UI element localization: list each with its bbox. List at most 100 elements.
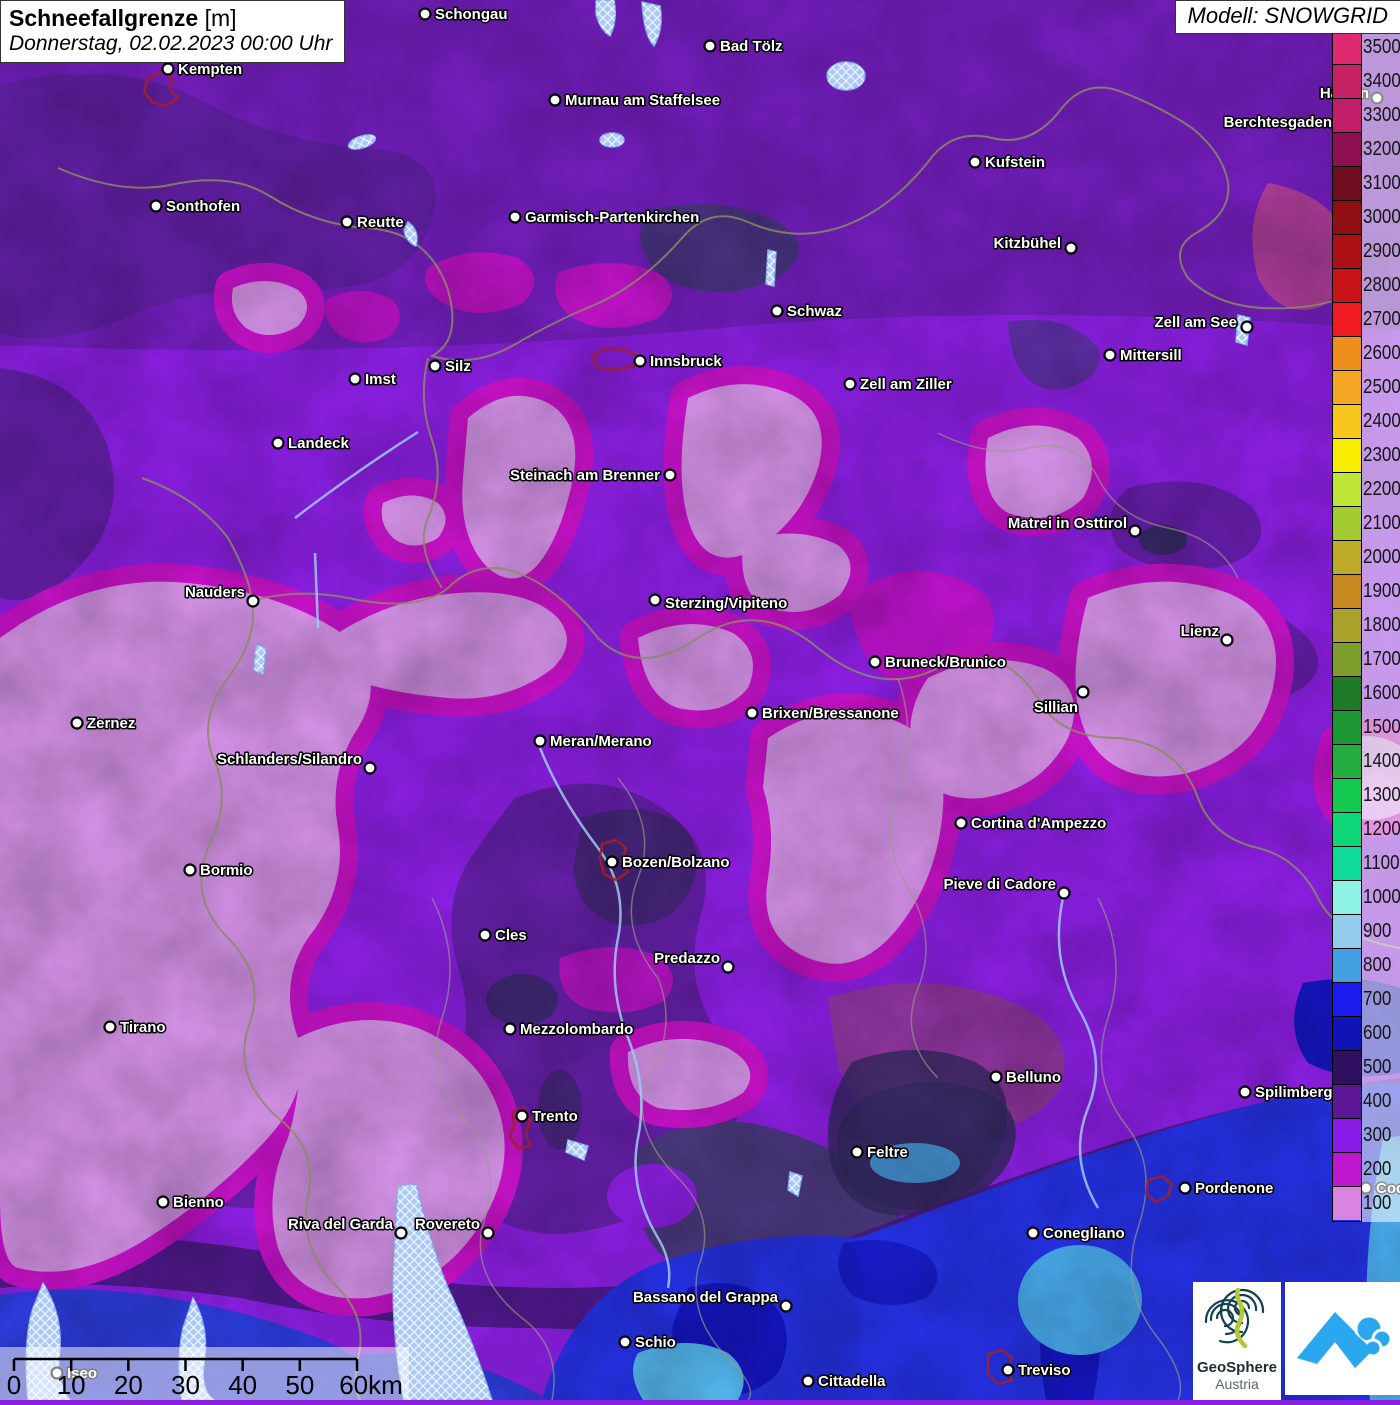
city-dot: [1066, 243, 1077, 254]
colorbar-segment-3400: [1333, 65, 1361, 99]
colorbar-tick-label: 700: [1363, 982, 1391, 1016]
map-canvas: SchongauBad TölzKemptenMurnau am Staffel…: [0, 0, 1400, 1400]
colorbar-tick-label: 200: [1363, 1152, 1391, 1186]
colorbar-segment-200: [1333, 1153, 1361, 1187]
city-label: Steinach am Brenner: [510, 467, 660, 484]
colorbar-tick-label: 1200: [1363, 812, 1400, 846]
city-label: Innsbruck: [650, 353, 722, 370]
city-dot: [635, 356, 646, 367]
colorbar-segment-1300: [1333, 779, 1361, 813]
colorbar-tick-label: 2800: [1363, 268, 1400, 302]
city-dot: [650, 595, 661, 606]
city-label: Mezzolombardo: [520, 1021, 633, 1038]
colorbar-segment-2200: [1333, 473, 1361, 507]
colorbar-tick-label: 1300: [1363, 778, 1400, 812]
colorbar-tick-label: 300: [1363, 1118, 1391, 1152]
colorbar-tick-label: 1700: [1363, 642, 1400, 676]
city-dot: [852, 1147, 863, 1158]
city-dot: [970, 157, 981, 168]
city-label: Conegliano: [1043, 1225, 1125, 1242]
city-dot: [781, 1301, 792, 1312]
city-dot: [550, 95, 561, 106]
colorbar-tick-label: 1000: [1363, 880, 1400, 914]
geosphere-logo: GeoSphere Austria: [1193, 1282, 1281, 1400]
colorbar-tick-label: 1100: [1363, 846, 1400, 880]
city-dot: [480, 930, 491, 941]
city-label: Reutte: [357, 214, 404, 231]
city-dot: [105, 1022, 116, 1033]
colorbar-segment-3000: [1333, 201, 1361, 235]
colorbar-segment-2500: [1333, 371, 1361, 405]
colorbar-tick-label: 2300: [1363, 438, 1400, 472]
colorbar-tick-label: 900: [1363, 914, 1391, 948]
colorbar-tick-label: 3400: [1363, 64, 1400, 98]
city-label: Kufstein: [985, 154, 1045, 171]
city-label: Meran/Merano: [550, 733, 652, 750]
city-label: Cortina d'Ampezzo: [971, 815, 1106, 832]
city-dot: [1003, 1365, 1014, 1376]
scalebar-label: 40: [228, 1370, 257, 1400]
city-dot: [1180, 1183, 1191, 1194]
colorbar-segment-2000: [1333, 541, 1361, 575]
colorbar-segment-3500: [1333, 31, 1361, 65]
city-dot: [185, 865, 196, 876]
colorbar-tick-label: 600: [1363, 1016, 1391, 1050]
colorbar-segment-3300: [1333, 99, 1361, 133]
city-dot: [430, 361, 441, 372]
colorbar-segment-1200: [1333, 813, 1361, 847]
city-dot: [772, 306, 783, 317]
city-dot: [483, 1228, 494, 1239]
city-label: Treviso: [1018, 1362, 1071, 1379]
colorbar-tick-label: 1800: [1363, 608, 1400, 642]
colorbar-segment-1000: [1333, 881, 1361, 915]
colorbar-tick-label: 2000: [1363, 540, 1400, 574]
scalebar-label: 50: [285, 1370, 314, 1400]
colorbar-tick-label: 1400: [1363, 744, 1400, 778]
city-dot: [535, 736, 546, 747]
city-dot: [248, 596, 259, 607]
colorbar-segment-900: [1333, 915, 1361, 949]
city-dot: [396, 1228, 407, 1239]
city-label: Bormio: [200, 862, 253, 879]
city-label: Lienz: [1181, 623, 1219, 640]
colorbar-segment-1600: [1333, 677, 1361, 711]
colorbar-segment-2800: [1333, 269, 1361, 303]
city-dot: [273, 438, 284, 449]
city-label: Belluno: [1006, 1069, 1061, 1086]
colorbar-tick-label: 400: [1363, 1084, 1391, 1118]
city-dot: [870, 657, 881, 668]
city-dot: [505, 1024, 516, 1035]
city-label: Predazzo: [654, 950, 720, 967]
city-dot: [1130, 526, 1141, 537]
colorbar-segment-3200: [1333, 133, 1361, 167]
city-label: Pordenone: [1195, 1180, 1273, 1197]
city-dot: [723, 962, 734, 973]
city-label: Sillian: [1034, 699, 1078, 716]
city-dot: [1242, 322, 1253, 333]
city-label: Sterzing/Vipiteno: [665, 595, 787, 612]
colorbar-tick-label: 2200: [1363, 472, 1400, 506]
colorbar-segment-100: [1333, 1187, 1361, 1220]
colorbar-tick-label: 3500: [1363, 30, 1400, 64]
colorbar-tick-label: 100: [1363, 1186, 1391, 1220]
colorbar-segment-2300: [1333, 439, 1361, 473]
colorbar-segment-400: [1333, 1085, 1361, 1119]
city-label: Cittadella: [818, 1373, 886, 1390]
mountain-cloud-icon: [1285, 1282, 1400, 1395]
scale-bar: 0102030405060km: [0, 1347, 409, 1400]
city-label: Schongau: [435, 6, 508, 23]
scalebar-label: 10: [57, 1370, 86, 1400]
city-label: Silz: [445, 358, 471, 375]
colorbar-segment-1900: [1333, 575, 1361, 609]
colorbar-segment-1400: [1333, 745, 1361, 779]
city-dot: [1028, 1228, 1039, 1239]
colorbar-tick-label: 500: [1363, 1050, 1391, 1084]
city-label: Murnau am Staffelsee: [565, 92, 720, 109]
colorbar-tick-label: 800: [1363, 948, 1391, 982]
city-dot: [342, 217, 353, 228]
city-dot: [151, 201, 162, 212]
city-dot: [747, 708, 758, 719]
city-label: Kempten: [178, 61, 242, 78]
city-dot: [1222, 635, 1233, 646]
city-dot: [1059, 888, 1070, 899]
